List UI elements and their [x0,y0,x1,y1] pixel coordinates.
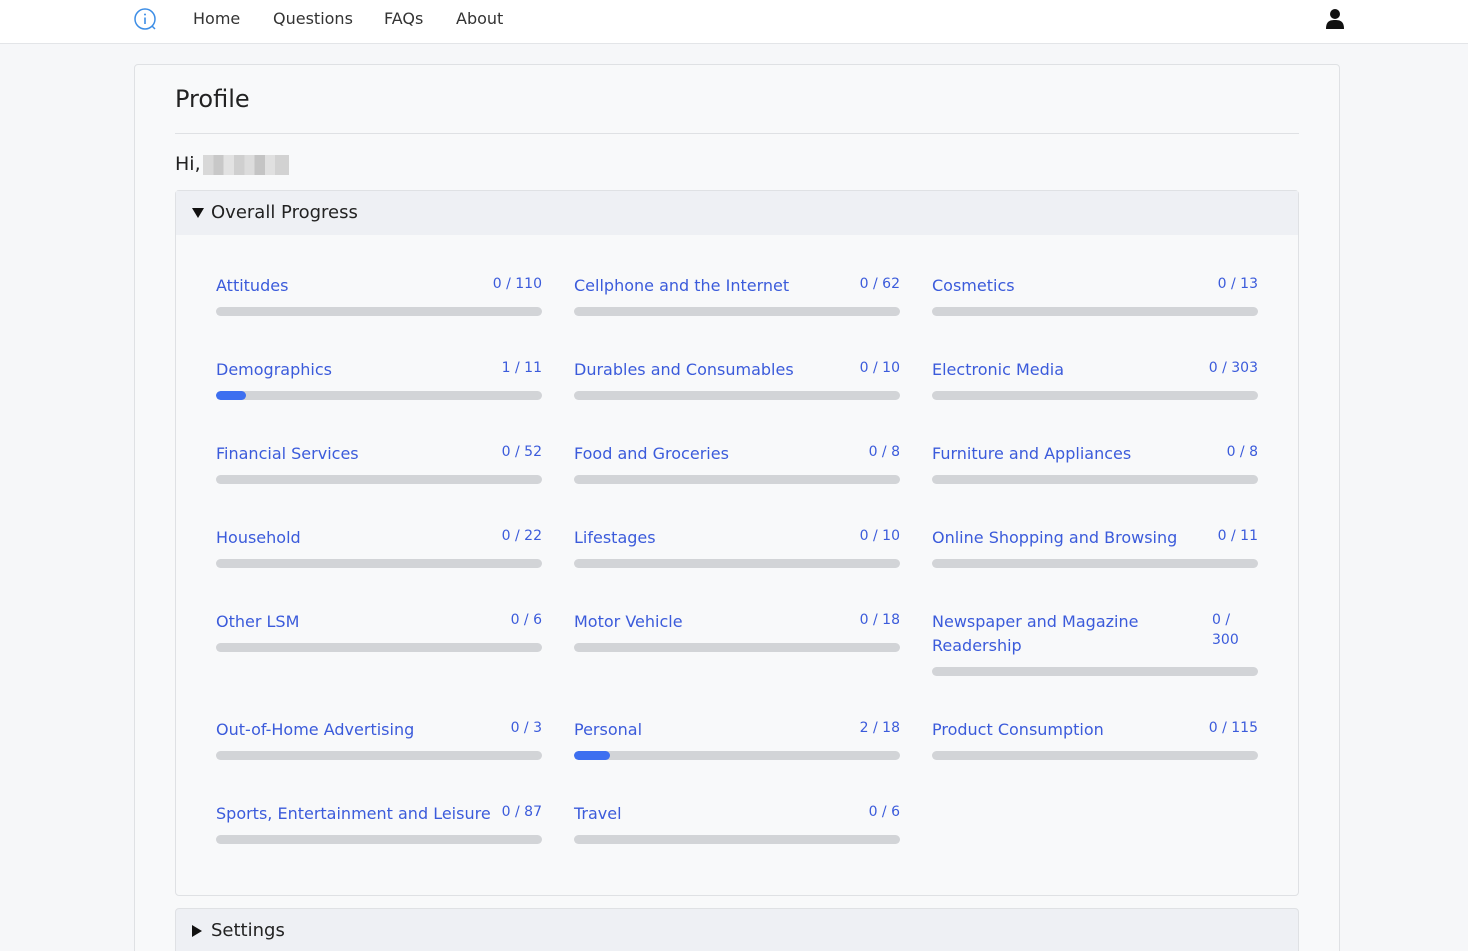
nav-link-faqs[interactable]: FAQs [384,9,423,28]
category-name-link[interactable]: Cosmetics [932,274,1015,298]
title-divider [175,133,1299,134]
category-name-link[interactable]: Newspaper and Magazine Readership [932,610,1172,658]
progress-bar [574,559,900,568]
category-count: 0 / 3 [510,720,542,736]
caret-right-icon [192,925,202,937]
category-name-link[interactable]: Financial Services [216,442,359,466]
progress-bar [932,391,1258,400]
category-name-link[interactable]: Attitudes [216,274,288,298]
progress-bar [216,307,542,316]
category-name-link[interactable]: Furniture and Appliances [932,442,1131,466]
progress-bar [932,307,1258,316]
nav-link-home[interactable]: Home [193,9,240,28]
category-name-link[interactable]: Product Consumption [932,718,1104,742]
overall-progress-title: Overall Progress [211,202,358,223]
profile-card: Profile Hi, Overall Progress Attitudes 0 … [134,64,1340,951]
progress-bar [932,667,1258,676]
progress-bar [932,475,1258,484]
progress-bar [574,751,900,760]
category-count: 0 / 8 [1226,444,1258,460]
category-count: 0 / 22 [501,528,542,544]
category-name-link[interactable]: Durables and Consumables [574,358,794,382]
category-name-link[interactable]: Cellphone and the Internet [574,274,789,298]
username-redacted [203,155,289,175]
progress-bar [932,751,1258,760]
category-count: 0 / 18 [859,612,900,628]
progress-bar [216,475,542,484]
progress-bar [574,475,900,484]
category-count: 0 / 10 [859,528,900,544]
progress-bar [574,391,900,400]
progress-bar [574,835,900,844]
category-count: 0 / 13 [1217,276,1258,292]
category-count: 0 / 62 [859,276,900,292]
category-count: 0 / 8 [868,444,900,460]
category-count: 1 / 11 [501,360,542,376]
category-count: 0 / 6 [510,612,542,628]
category-name-link[interactable]: Personal [574,718,642,742]
category-count: 0 / 300 [1212,612,1239,648]
category-name-link[interactable]: Lifestages [574,526,656,550]
progress-bar-fill [574,751,611,760]
progress-bar [932,559,1258,568]
progress-bar [216,835,542,844]
category-count: 0 / 115 [1208,720,1258,736]
overall-progress-panel: Overall Progress Attitudes 0 / 110 Cellpho… [175,190,1299,896]
user-icon[interactable] [1325,8,1345,30]
category-count: 0 / 10 [859,360,900,376]
progress-bar [216,751,542,760]
category-count: 0 / 11 [1217,528,1258,544]
category-count: 0 / 303 [1208,360,1258,376]
category-name-link[interactable]: Motor Vehicle [574,610,683,634]
category-name-link[interactable]: Sports, Entertainment and Leisure [216,802,491,826]
page-title: Profile [175,85,250,113]
settings-title: Settings [211,920,285,941]
category-count: 0 / 6 [868,804,900,820]
category-count: 0 / 52 [501,444,542,460]
greeting: Hi, [175,153,201,175]
progress-bar [216,559,542,568]
progress-bar [216,643,542,652]
info-icon[interactable] [133,7,157,31]
category-count: 2 / 18 [859,720,900,736]
progress-bar [574,307,900,316]
overall-progress-toggle[interactable]: Overall Progress [176,191,1298,235]
category-name-link[interactable]: Travel [574,802,622,826]
category-name-link[interactable]: Out-of-Home Advertising [216,718,414,742]
progress-bar [574,643,900,652]
category-count: 0 / 110 [492,276,542,292]
nav-link-about[interactable]: About [456,9,503,28]
progress-bar-fill [216,391,246,400]
top-navbar: Home Questions FAQs About [0,0,1468,44]
category-name-link[interactable]: Electronic Media [932,358,1064,382]
category-name-link[interactable]: Other LSM [216,610,299,634]
category-name-link[interactable]: Household [216,526,301,550]
category-name-link[interactable]: Demographics [216,358,332,382]
category-name-link[interactable]: Online Shopping and Browsing [932,526,1177,550]
category-count: 0 / 87 [501,804,542,820]
progress-bar [216,391,542,400]
nav-link-questions[interactable]: Questions [273,9,353,28]
settings-panel-toggle[interactable]: Settings [175,908,1299,951]
category-name-link[interactable]: Food and Groceries [574,442,729,466]
caret-down-icon [192,208,204,218]
